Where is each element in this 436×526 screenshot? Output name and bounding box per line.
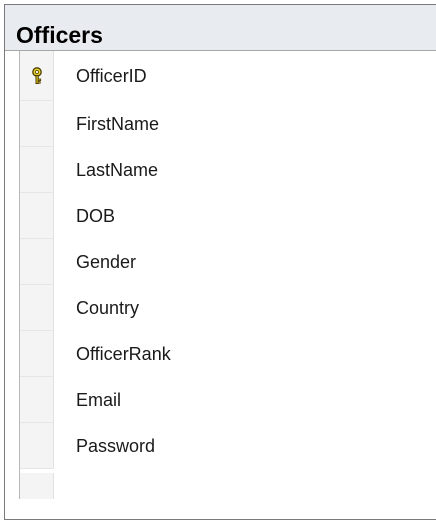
column-row-firstname[interactable]: FirstName xyxy=(20,101,436,147)
table-diagram-officers[interactable]: Officers OfficerID FirstName LastName DO… xyxy=(4,4,436,520)
column-row-officerid[interactable]: OfficerID xyxy=(20,51,436,101)
column-row-country[interactable]: Country xyxy=(20,285,436,331)
row-selector[interactable] xyxy=(20,193,54,239)
column-name: OfficerID xyxy=(76,65,147,86)
column-name: Email xyxy=(76,389,122,410)
row-selector[interactable] xyxy=(20,239,54,285)
primary-key-icon xyxy=(31,66,42,84)
row-selector[interactable] xyxy=(20,423,54,469)
column-name: LastName xyxy=(76,159,159,180)
column-row-gender[interactable]: Gender xyxy=(20,239,436,285)
row-selector[interactable] xyxy=(20,331,54,377)
row-selector[interactable] xyxy=(20,51,54,101)
column-row-officerrank[interactable]: OfficerRank xyxy=(20,331,436,377)
row-selector[interactable] xyxy=(20,377,54,423)
column-name: DOB xyxy=(76,205,116,226)
column-name: Country xyxy=(76,297,140,318)
column-row-password[interactable]: Password xyxy=(20,423,436,469)
column-list: OfficerID FirstName LastName DOB Gender … xyxy=(19,51,436,499)
row-selector[interactable] xyxy=(20,473,54,499)
column-name: OfficerRank xyxy=(76,343,171,364)
column-row-lastname[interactable]: LastName xyxy=(20,147,436,193)
column-row-dob[interactable]: DOB xyxy=(20,193,436,239)
table-title[interactable]: Officers xyxy=(5,5,436,51)
empty-new-row-area[interactable] xyxy=(20,473,436,499)
column-name: Gender xyxy=(76,251,137,272)
row-selector[interactable] xyxy=(20,101,54,147)
column-name: Password xyxy=(76,435,156,456)
row-selector[interactable] xyxy=(20,147,54,193)
column-row-email[interactable]: Email xyxy=(20,377,436,423)
column-name: FirstName xyxy=(76,113,160,134)
row-selector[interactable] xyxy=(20,285,54,331)
